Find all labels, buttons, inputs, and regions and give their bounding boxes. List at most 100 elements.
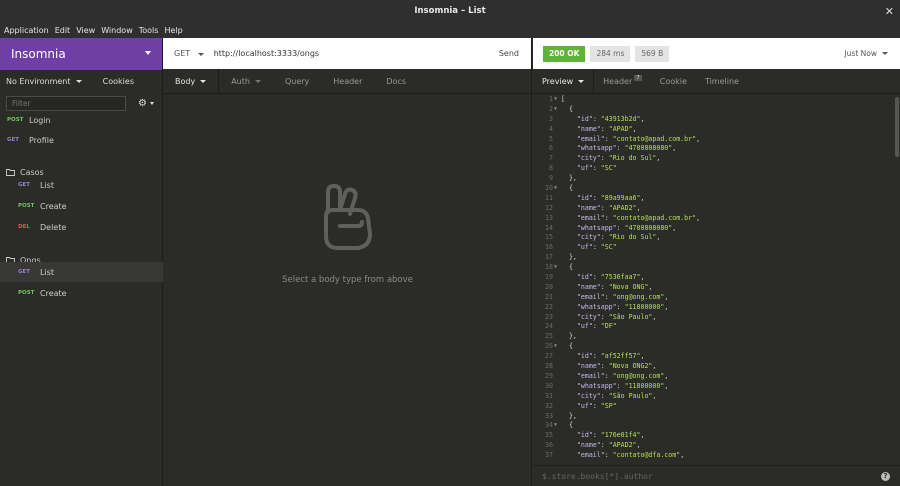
code-text: { — [561, 421, 573, 431]
send-button[interactable]: Send — [499, 49, 519, 58]
line-number: 27 — [545, 352, 553, 361]
code-text: }, — [561, 332, 577, 342]
cookies-button[interactable]: Cookies — [103, 77, 134, 86]
json-key: whatsapp — [580, 144, 613, 153]
menu-edit[interactable]: Edit — [55, 26, 71, 35]
tab-query[interactable]: Query — [273, 69, 321, 94]
menu-tools[interactable]: Tools — [139, 26, 159, 35]
code-text: "city": "São Paulo", — [576, 312, 657, 321]
fold-gutter — [553, 392, 561, 402]
fold-icon[interactable]: ▼ — [553, 263, 561, 273]
fold-icon[interactable]: ▼ — [553, 421, 561, 431]
line-number: 36 — [545, 441, 553, 450]
gear-icon[interactable]: ⚙ — [138, 98, 147, 109]
line-number: 35 — [545, 431, 553, 440]
line-number: 4 — [549, 124, 553, 133]
help-icon[interactable]: ? — [881, 472, 890, 481]
line-number: 28 — [545, 362, 553, 371]
json-value: APAD2 — [612, 203, 633, 212]
tab-preview[interactable]: Preview — [533, 68, 595, 94]
sidebar-item-list[interactable]: GET List — [0, 262, 163, 282]
fold-gutter — [553, 441, 561, 451]
code-line: 23 "city": "São Paulo", — [533, 313, 893, 323]
code-text: "email": "ong@ong.com", — [576, 371, 669, 380]
url-input[interactable]: http://localhost:3333/ongs — [214, 49, 319, 58]
method-badge: GET — [7, 137, 20, 143]
scrollbar[interactable] — [894, 95, 900, 447]
code-line: 17 }, — [533, 253, 893, 263]
tab-timeline[interactable]: Timeline — [696, 69, 748, 94]
tab-auth[interactable]: Auth — [219, 69, 273, 94]
sidebar-filter-input[interactable] — [6, 95, 126, 111]
json-key: city — [580, 154, 597, 163]
line-number: 37 — [545, 451, 553, 460]
fold-gutter — [553, 115, 561, 125]
chevron-down-icon — [197, 53, 204, 56]
code-line: 29 "email": "ong@ong.com", — [533, 372, 893, 382]
code-line: 32 "uf": "SP" — [533, 402, 893, 412]
response-pane: 200 OK 284 ms 569 B Just Now Preview Hea… — [533, 38, 900, 486]
json-key: id — [580, 114, 589, 123]
tab-cookie[interactable]: Cookie — [651, 69, 696, 94]
code-line: 8 "uf": "SC" — [533, 164, 893, 174]
fold-icon[interactable]: ▼ — [553, 95, 561, 105]
menu-application[interactable]: Application — [4, 26, 49, 35]
json-value: SP — [604, 401, 613, 410]
code-line: 11 "id": "89a99aa6", — [533, 194, 893, 204]
menu-window[interactable]: Window — [101, 26, 133, 35]
json-punctuation: { — [568, 263, 573, 272]
code-text: "name": "Nova ONG2", — [576, 362, 657, 371]
peace-hand-icon — [323, 184, 372, 250]
tab-header[interactable]: Header — [321, 69, 374, 94]
fold-gutter — [553, 253, 561, 263]
sidebar-item-delete[interactable]: DEL Delete — [0, 217, 163, 237]
line-number: 20 — [545, 282, 553, 291]
code-line: 2 ▼ { — [533, 105, 893, 115]
history-dropdown[interactable]: Just Now — [844, 49, 888, 58]
tab-body[interactable]: Body — [163, 68, 220, 94]
chevron-down-icon — [578, 79, 585, 83]
close-icon[interactable]: ✕ — [885, 5, 894, 18]
menu-view[interactable]: View — [76, 26, 95, 35]
code-text: "uf": "DF" — [576, 322, 617, 331]
scrollbar-thumb[interactable] — [895, 97, 899, 157]
sidebar-item-profile[interactable]: GET Profile — [0, 130, 163, 150]
code-text: "email": "ong@ong.com", — [576, 292, 669, 301]
response-size-badge: 569 B — [635, 45, 670, 62]
empty-body-message: Select a body type from above — [282, 275, 413, 285]
fold-icon[interactable]: ▼ — [553, 342, 561, 352]
line-number: 25 — [545, 332, 553, 341]
response-filter-input[interactable]: $.store.books[*].author — [542, 472, 653, 481]
code-text: "name": "APAD2", — [576, 441, 641, 450]
environment-dropdown[interactable]: No Environment — [6, 77, 82, 86]
line-number: 26 — [545, 342, 553, 351]
code-text: { — [561, 342, 573, 352]
sidebar: Insomnia No Environment Cookies ⚙ POST Lo… — [0, 38, 163, 486]
workspace-dropdown[interactable]: Insomnia — [0, 38, 162, 70]
chevron-down-icon — [882, 52, 888, 55]
json-key: uf — [580, 243, 589, 252]
json-value: contato@dfa.com — [616, 451, 677, 460]
menu-help[interactable]: Help — [164, 26, 182, 35]
sidebar-item-login[interactable]: POST Login — [0, 110, 163, 130]
code-text: "name": "APAD", — [576, 124, 637, 133]
chevron-down-icon — [75, 79, 82, 83]
method-badge: GET — [18, 269, 31, 275]
sidebar-item-create[interactable]: POST Create — [0, 283, 163, 303]
tab-docs[interactable]: Docs — [374, 69, 418, 94]
tab-response-header[interactable]: Header 7 — [594, 69, 651, 94]
json-punctuation: { — [568, 342, 573, 351]
fold-icon[interactable]: ▼ — [553, 184, 561, 194]
code-text: { — [561, 263, 573, 273]
json-key: whatsapp — [580, 302, 613, 311]
json-value: Rio do Sul — [612, 154, 653, 163]
fold-icon[interactable]: ▼ — [553, 105, 561, 115]
sidebar-item-create[interactable]: POST Create — [0, 196, 163, 216]
sidebar-item-list[interactable]: GET List — [0, 175, 163, 195]
code-line: 31 "city": "São Paulo", — [533, 392, 893, 402]
method-dropdown[interactable]: GET — [174, 49, 204, 58]
response-body-viewer[interactable]: 1 ▼[2 ▼ {3 "id": "43913b2d", 4 "name": "APA… — [533, 95, 893, 465]
line-number: 5 — [549, 134, 553, 143]
json-key: city — [580, 391, 597, 400]
response-time-badge: 284 ms — [590, 45, 631, 62]
